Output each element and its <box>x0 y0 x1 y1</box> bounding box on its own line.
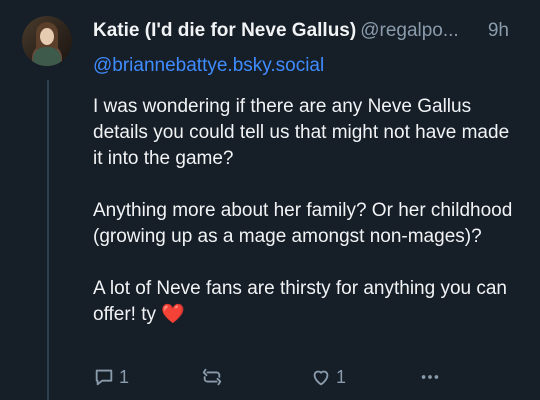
post-body: I was wondering if there are any Neve Ga… <box>93 94 523 354</box>
post-paragraph: Anything more about her family? Or her c… <box>93 200 513 247</box>
repost-arrows-icon <box>201 366 223 388</box>
avatar[interactable] <box>22 16 72 66</box>
mention-link[interactable]: @briannebattye.bsky.social <box>93 53 324 79</box>
like-button[interactable]: 1 <box>310 366 346 388</box>
repost-button[interactable] <box>201 366 223 388</box>
avatar-body <box>33 47 61 66</box>
more-options-button[interactable] <box>418 366 442 388</box>
reply-count: 1 <box>119 366 130 387</box>
post-paragraph: A lot of Neve fans are thirsty for anyth… <box>93 276 523 328</box>
reply-button[interactable]: 1 <box>93 366 129 388</box>
heart-outline-icon <box>310 366 332 388</box>
post-actions: 1 1 <box>93 366 533 392</box>
post-time[interactable]: 9h <box>488 18 509 44</box>
thread-line <box>47 80 49 400</box>
avatar-face <box>40 28 54 45</box>
post-card[interactable]: Katie (I'd die for Neve Gallus) @regalpo.… <box>0 0 540 400</box>
author-handle[interactable]: @regalpo... <box>360 20 459 41</box>
speech-bubble-icon <box>93 366 115 388</box>
author-name[interactable]: Katie (I'd die for Neve Gallus) <box>93 20 356 41</box>
post-paragraph: I was wondering if there are any Neve Ga… <box>93 96 510 169</box>
heart-emoji: ❤️ <box>161 304 185 325</box>
post-header: Katie (I'd die for Neve Gallus) @regalpo.… <box>93 18 525 44</box>
ellipsis-icon <box>418 366 442 388</box>
like-count: 1 <box>336 366 347 387</box>
post-paragraph-text: A lot of Neve fans are thirsty for anyth… <box>93 278 508 325</box>
